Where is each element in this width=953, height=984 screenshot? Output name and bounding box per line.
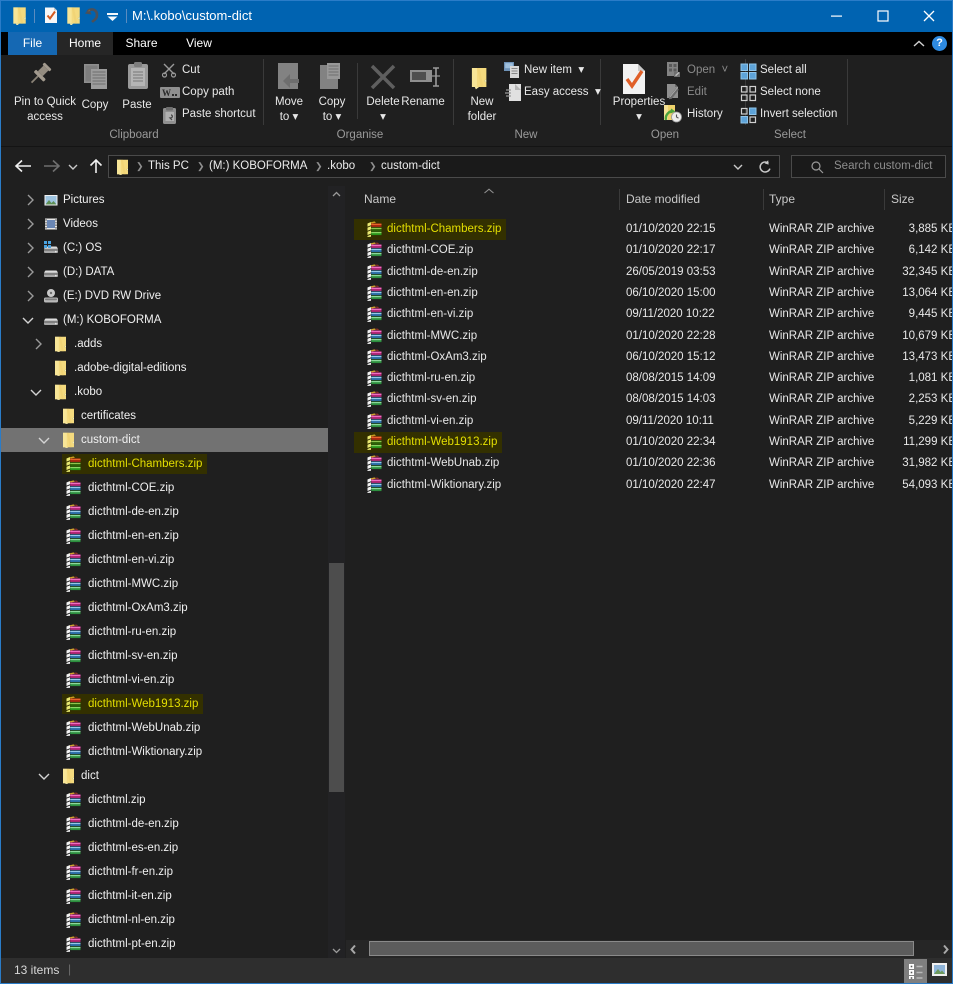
svg-text:W: W — [162, 88, 171, 98]
